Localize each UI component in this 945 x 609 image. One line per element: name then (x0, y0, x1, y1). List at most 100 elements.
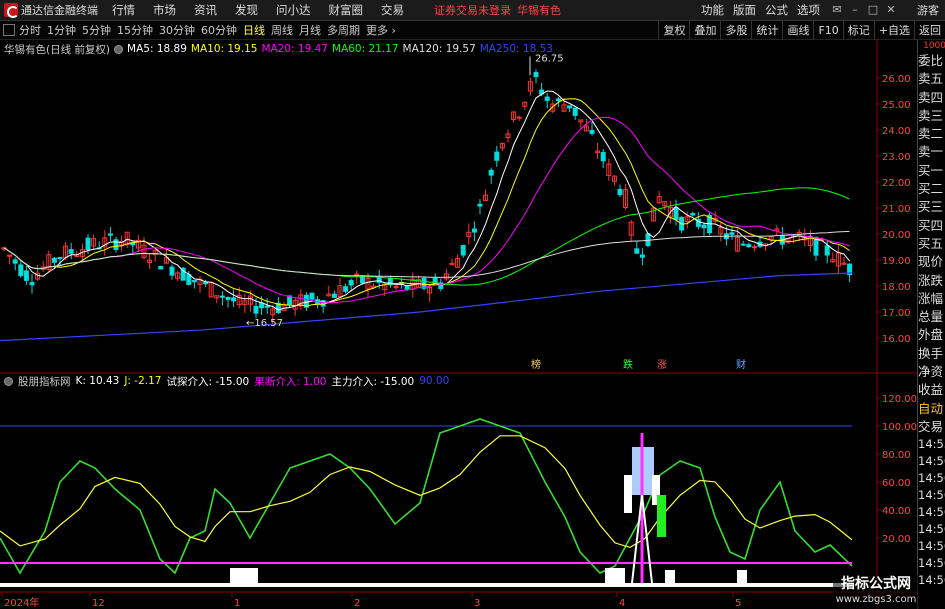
close-icon[interactable]: ✕ (883, 3, 899, 17)
adjust-button[interactable]: 复权 (658, 21, 689, 40)
menu-wealth[interactable]: 财富圈 (329, 2, 364, 18)
side-change: 涨跌 (918, 272, 944, 288)
current-stock-name: 华锡有色 (517, 4, 561, 17)
menu-ask[interactable]: 问小达 (276, 2, 311, 18)
period-1min[interactable]: 1分钟 (47, 22, 76, 38)
candle-body (460, 245, 466, 256)
menu-market[interactable]: 市场 (153, 2, 176, 18)
candle-body (589, 129, 595, 134)
menu-discover[interactable]: 发现 (235, 2, 258, 18)
main-entry-value: 主力介入: -15.00 (331, 375, 415, 388)
menu-function[interactable]: 功能 (701, 2, 724, 18)
stock-period-label[interactable]: 华锡有色(日线 前复权) (4, 42, 110, 57)
overlay-button[interactable]: 叠加 (689, 21, 720, 40)
signal-block-3 (737, 570, 747, 584)
candle-body (488, 169, 494, 176)
period-5min[interactable]: 5分钟 (82, 22, 111, 38)
menu-trade[interactable]: 交易 (381, 2, 404, 18)
f10-button[interactable]: F10 (813, 21, 842, 40)
side-price: 现价 (918, 254, 944, 270)
candle-body (690, 213, 696, 216)
menu-options[interactable]: 选项 (797, 2, 820, 18)
side-time-6: 14:56 (918, 539, 945, 554)
signal-block-0 (230, 568, 258, 584)
side-tab-1000[interactable]: 1000 (918, 40, 945, 52)
time-label-4: 3 (474, 598, 480, 609)
side-volume: 总量 (918, 309, 944, 325)
period-more[interactable]: 更多 › (366, 22, 396, 38)
candle-body (203, 281, 209, 285)
minimize-icon[interactable]: – (847, 3, 863, 17)
sub-tick-label-0: 120.00 (882, 394, 917, 405)
event-tag-3: 财 (736, 358, 746, 371)
side-time-5: 14:56 (918, 522, 945, 537)
stats-button[interactable]: 统计 (751, 21, 782, 40)
event-tag-1: 跌 (623, 358, 633, 371)
draw-line-button[interactable]: 画线 (782, 21, 813, 40)
candle-body (533, 72, 539, 78)
notification-icon[interactable]: ✉ (829, 3, 845, 17)
ma5-value: MA5: 18.89 (127, 43, 187, 55)
time-label-0: 2024年 (4, 596, 39, 609)
menu-news[interactable]: 资讯 (194, 2, 217, 18)
candle-body (18, 264, 24, 277)
period-weekly[interactable]: 周线 (271, 22, 293, 38)
menu-formula[interactable]: 公式 (765, 2, 788, 18)
price-tick-label-1: 25.00 (882, 100, 911, 111)
maximize-icon[interactable]: □ (865, 3, 881, 17)
candle-body (12, 259, 18, 264)
sub-tick-label-3: 60.00 (882, 478, 911, 489)
oscillator-k-line (0, 435, 853, 549)
chart-svg[interactable]: 26.00 25.00 24.00 23.00 22.00 21.00 20.00 19.00… (0, 40, 917, 609)
candle-body (343, 286, 349, 292)
sub-tick-label-2: 80.00 (882, 450, 911, 461)
app-title: 通达信金融终端 (21, 4, 98, 17)
side-trade[interactable]: 交易 (918, 418, 945, 436)
period-15min[interactable]: 15分钟 (117, 22, 153, 38)
layout-icon[interactable] (3, 24, 15, 36)
title-right-menu: 功能 版面 公式 选项 ✉ – □ ✕ 游客 (701, 2, 945, 18)
guest-user[interactable]: 游客 (917, 2, 939, 18)
candle-body (729, 232, 735, 235)
main-chart-legend: 华锡有色(日线 前复权) MA5: 18.89 MA10: 19.15 MA20… (4, 42, 557, 56)
side-auto-trade[interactable]: 自动 (918, 400, 945, 418)
add-watchlist-button[interactable]: +自选 (873, 21, 914, 40)
sub-indicator-settings-icon[interactable] (4, 376, 13, 386)
mark-button[interactable]: 标记 (842, 21, 874, 40)
back-button[interactable]: 返回 (914, 21, 945, 40)
multi-stock-button[interactable]: 多股 (720, 21, 751, 40)
sub-indicator-name[interactable]: 股朋指标网 (18, 374, 71, 389)
candle-body (751, 246, 757, 249)
price-tick-label-3: 23.00 (882, 152, 911, 163)
candle-body (471, 228, 477, 233)
period-daily[interactable]: 日线 (243, 22, 265, 38)
period-30min[interactable]: 30分钟 (159, 22, 195, 38)
menu-layout[interactable]: 版面 (733, 2, 756, 18)
candle-body (85, 237, 91, 251)
title-bar: 通达信金融终端 行情 市场 资讯 发现 问小达 财富圈 交易 证券交易未登录 华… (0, 0, 945, 21)
candle-body (23, 270, 29, 281)
time-label-3: 2 (354, 598, 360, 609)
broker-login-status[interactable]: 证券交易未登录 (434, 2, 511, 18)
side-ask3: 卖三 (918, 107, 944, 123)
candle-body (225, 296, 231, 300)
side-time-7: 14:56 (918, 556, 945, 571)
candle-body (634, 248, 640, 254)
candle-body (191, 280, 197, 283)
candle-body (740, 243, 746, 246)
ma10-value: MA10: 19.15 (190, 43, 258, 55)
candle-body (701, 224, 707, 229)
side-time-4: 14:56 (918, 505, 945, 520)
period-monthly[interactable]: 月线 (299, 22, 321, 38)
indicator-settings-icon[interactable] (114, 44, 124, 54)
side-ask5: 卖五 (918, 71, 944, 87)
candle-body (544, 96, 550, 101)
period-multi[interactable]: 多周期 (327, 22, 360, 38)
menu-quotes[interactable]: 行情 (112, 2, 135, 18)
candle-body (639, 254, 645, 258)
candle-body (348, 280, 354, 286)
side-bid5: 买五 (918, 235, 944, 251)
period-60min[interactable]: 60分钟 (201, 22, 237, 38)
period-timeshare[interactable]: 分时 (19, 22, 41, 38)
kline-chart-area[interactable]: 26.00 25.00 24.00 23.00 22.00 21.00 20.00 19.00… (0, 40, 945, 609)
